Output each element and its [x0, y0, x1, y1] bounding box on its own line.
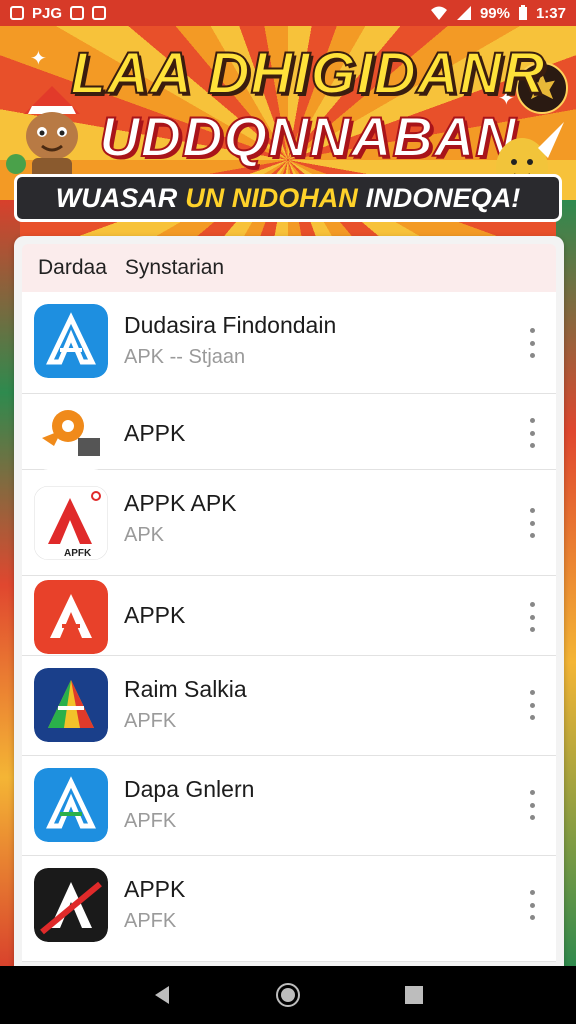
app-subtitle: APK: [124, 524, 165, 546]
app-list-panel: Dardaa Synstarian Dudasira Findondain AP…: [14, 236, 564, 976]
clock: 1:37: [535, 4, 566, 22]
app-name: APPK: [124, 602, 186, 628]
app-name: APPK: [124, 876, 186, 902]
app-name: APPK: [124, 420, 186, 446]
list-item[interactable]: APPK: [22, 576, 556, 656]
app-subtitle: APFK: [124, 910, 177, 932]
app-name: APPK APK: [124, 490, 237, 516]
list-item[interactable]: APFK APPK APK APK: [22, 470, 556, 576]
notification-icon-3: [92, 6, 107, 20]
colorful-a-icon: [34, 668, 108, 742]
list-header-col2[interactable]: Synstarian: [125, 256, 224, 280]
list-item[interactable]: APPK APFK: [22, 856, 556, 962]
subtitle-part-3: INDONEQA!: [365, 182, 521, 213]
more-options-icon[interactable]: [522, 418, 542, 448]
list-item[interactable]: Raim Salkia APFK: [22, 656, 556, 756]
more-options-icon[interactable]: [522, 328, 542, 358]
app-name: Dapa Gnlern: [124, 776, 255, 802]
red-a-apk-icon: APFK: [34, 486, 108, 560]
more-options-icon[interactable]: [522, 790, 542, 820]
navigation-bar: [0, 966, 576, 1024]
subtitle-part-2: UN NIDOHAN: [185, 182, 358, 213]
notification-icon-2: [70, 6, 85, 20]
svg-text:APFK: APFK: [64, 548, 92, 559]
app-subtitle: APK -- Stjaan: [124, 346, 246, 368]
list-header: Dardaa Synstarian: [22, 244, 556, 292]
promo-banner: ✦ ✦ LAA DHIGIDANR UDDQNNABAN WUASAR UN N…: [0, 26, 576, 236]
status-left-text: PJG: [32, 4, 63, 22]
home-icon[interactable]: [275, 982, 301, 1008]
battery-percent: 99%: [479, 4, 510, 22]
app-name: Dudasira Findondain: [124, 312, 337, 338]
more-options-icon[interactable]: [522, 602, 542, 632]
signal-icon: [456, 6, 471, 20]
status-bar: PJG 99% 1:37: [0, 0, 576, 26]
banner-title-line1: LAA DHIGIDANR: [70, 40, 546, 107]
more-options-icon[interactable]: [522, 690, 542, 720]
subtitle-part-1: WUASAR: [55, 182, 178, 213]
list-item[interactable]: Dapa Gnlern APFK: [22, 756, 556, 856]
list-header-col1[interactable]: Dardaa: [38, 256, 107, 280]
blue-a-icon: [34, 304, 108, 378]
back-icon[interactable]: [151, 984, 173, 1006]
battery-icon: [518, 5, 527, 20]
more-options-icon[interactable]: [522, 508, 542, 538]
more-options-icon[interactable]: [522, 890, 542, 920]
app-subtitle: APFK: [124, 710, 177, 732]
app-subtitle: APFK: [124, 810, 177, 832]
blue-a-icon: [34, 768, 108, 842]
black-a-icon: [34, 868, 108, 942]
app-list: Dudasira Findondain APK -- Stjaan APPK A…: [22, 292, 556, 962]
banner-subtitle: WUASAR UN NIDOHAN INDONEQA!: [14, 174, 562, 222]
list-item[interactable]: Dudasira Findondain APK -- Stjaan: [22, 292, 556, 394]
app-name: Raim Salkia: [124, 676, 247, 702]
notification-icon: [10, 6, 24, 20]
wifi-icon: [430, 6, 447, 20]
recents-icon[interactable]: [403, 984, 425, 1006]
list-item[interactable]: APPK: [22, 394, 556, 470]
red-a-icon: [34, 580, 108, 654]
orange-key-icon: [34, 396, 108, 470]
